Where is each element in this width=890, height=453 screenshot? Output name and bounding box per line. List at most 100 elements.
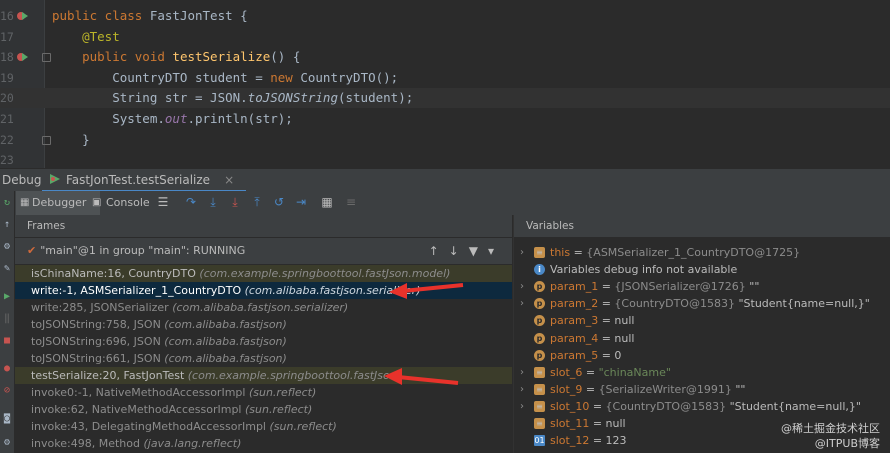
variable-text: param_4 = null bbox=[550, 331, 635, 345]
frame-row[interactable]: toJSONString:696, JSON (com.alibaba.fast… bbox=[15, 333, 512, 350]
code-text: System.out.println(str); bbox=[52, 111, 293, 126]
frame-method: testSerialize:20, FastJonTest bbox=[31, 369, 188, 382]
frame-package: (com.alibaba.fastjson) bbox=[164, 352, 287, 365]
thread-label: "main"@1 in group "main": RUNNING bbox=[40, 244, 246, 257]
tab-debugger-label: Debugger bbox=[32, 196, 87, 209]
variable-text: this = {ASMSerializer_1_CountryDTO@1725} bbox=[550, 246, 801, 259]
frame-package: (com.alibaba.fastjson) bbox=[164, 335, 287, 348]
more-settings-icon[interactable]: ⚙ bbox=[1, 437, 13, 449]
frames-header: Frames bbox=[15, 215, 512, 238]
tab-debugger[interactable]: ▦ Debugger bbox=[16, 191, 100, 215]
line-number: 19 bbox=[0, 70, 14, 85]
frame-method: toJSONString:696, JSON bbox=[31, 335, 165, 348]
run-to-cursor-icon[interactable]: ⇥ bbox=[294, 195, 308, 209]
frame-method: invoke0:-1, NativeMethodAccessorImpl bbox=[31, 386, 249, 399]
watermark-bottom: @ITPUB博客 bbox=[814, 437, 880, 450]
mute-breakpoints-icon[interactable]: ⊘ bbox=[1, 385, 13, 397]
frame-method: invoke:43, DelegatingMethodAccessorImpl bbox=[31, 420, 270, 433]
stop-icon[interactable]: ■ bbox=[1, 335, 13, 347]
expand-arrow-icon[interactable]: › bbox=[520, 381, 524, 398]
pause-icon[interactable]: ‖ bbox=[1, 313, 13, 325]
line-number: 20 bbox=[0, 91, 14, 106]
camera-icon[interactable]: ◙ bbox=[1, 413, 13, 425]
code-text: String str = JSON.toJSONString(student); bbox=[52, 90, 414, 106]
code-text: CountryDTO student = new CountryDTO(); bbox=[52, 69, 399, 85]
frame-row[interactable]: invoke:62, NativeMethodAccessorImpl (sun… bbox=[15, 401, 512, 418]
code-line[interactable]: 16 public class FastJonTest { bbox=[0, 6, 890, 26]
line-number: 17 bbox=[0, 29, 14, 44]
param-icon: p bbox=[534, 281, 545, 293]
step-out-icon[interactable]: ⤒ bbox=[250, 195, 264, 209]
expand-arrow-icon[interactable]: › bbox=[520, 398, 524, 415]
debugger-icon: ▦ bbox=[20, 197, 30, 208]
param-icon: p bbox=[534, 349, 545, 361]
debug-session-tab[interactable]: FastJonTest.testSerialize × bbox=[42, 169, 247, 193]
code-text: public class FastJonTest { bbox=[52, 8, 248, 23]
line-number: 21 bbox=[0, 112, 14, 126]
frame-controls[interactable]: ↑↓▼▾ bbox=[429, 238, 504, 264]
code-line[interactable]: 22 } bbox=[0, 130, 890, 150]
code-line[interactable]: 18 public void testSerialize() { bbox=[0, 47, 890, 67]
debug-side-toolbar: ↻ ↑ ⚙ ✎ ▶ ‖ ■ ● ⊘ ◙ ⚙ bbox=[0, 191, 15, 453]
variable-text: slot_6 = "chinaName" bbox=[550, 365, 671, 379]
fold-icon[interactable] bbox=[42, 53, 51, 63]
resume-icon[interactable]: ▶ bbox=[1, 291, 13, 303]
variables-panel: Variables › ≡ this = {ASMSerializer_1_Coun… bbox=[513, 215, 890, 453]
wrench-icon[interactable]: ✎ bbox=[1, 263, 13, 275]
run-gutter-icon[interactable] bbox=[16, 51, 28, 63]
watermark-top: @稀土掘金技术社区 bbox=[781, 422, 880, 435]
frame-row[interactable]: toJSONString:758, JSON (com.alibaba.fast… bbox=[15, 316, 512, 333]
expand-arrow-icon[interactable]: › bbox=[520, 244, 524, 261]
variables-header: Variables bbox=[514, 215, 890, 238]
num-icon: 01 bbox=[534, 435, 545, 447]
rerun-icon[interactable]: ↻ bbox=[1, 197, 13, 209]
code-line[interactable]: 19 CountryDTO student = new CountryDTO()… bbox=[0, 68, 890, 88]
step-into-icon[interactable]: ⤓ bbox=[206, 195, 220, 209]
debug-toolbar: ▦ Debugger ▣ Console ☰ ↷ ⤓ ⤓ ⤒ ↺ ⇥ ▦ ≡ bbox=[0, 191, 890, 216]
frame-package: (sun.reflect) bbox=[248, 386, 317, 399]
frame-package: (com.alibaba.fastjson) bbox=[164, 318, 287, 331]
red-arrow-2 bbox=[384, 368, 459, 385]
menu-icon[interactable]: ☰ bbox=[156, 195, 170, 209]
close-tab-icon[interactable]: × bbox=[224, 173, 234, 187]
frame-row[interactable]: invoke:498, Method (java.lang.reflect) bbox=[15, 435, 512, 452]
up-icon[interactable]: ↑ bbox=[1, 219, 13, 231]
variable-text: slot_9 = {SerializeWriter@1991} "" bbox=[550, 382, 746, 396]
frame-row[interactable]: invoke:43, DelegatingMethodAccessorImpl … bbox=[15, 418, 512, 435]
tab-console-label: Console bbox=[106, 196, 150, 209]
settings-icon[interactable]: ⚙ bbox=[1, 241, 13, 253]
variable-text: param_2 = {CountryDTO@1583} "Student{nam… bbox=[550, 297, 870, 311]
expand-arrow-icon[interactable]: › bbox=[520, 295, 524, 312]
code-line[interactable]: 20 String str = JSON.toJSONString(studen… bbox=[0, 88, 890, 109]
code-text: public void testSerialize() { bbox=[52, 49, 301, 65]
frame-package: (java.lang.reflect) bbox=[143, 437, 242, 450]
debug-label: Debug: bbox=[2, 173, 46, 187]
view-breakpoints-icon[interactable]: ● bbox=[1, 363, 13, 375]
expand-arrow-icon[interactable]: › bbox=[520, 364, 524, 381]
red-arrow-1 bbox=[389, 283, 464, 299]
field-icon: ≡ bbox=[534, 366, 545, 378]
force-step-into-icon[interactable]: ⤓ bbox=[228, 195, 242, 209]
variable-text: slot_10 = {CountryDTO@1583} "Student{nam… bbox=[550, 399, 861, 413]
debug-run-icon bbox=[50, 174, 60, 184]
variable-text: param_3 = null bbox=[550, 314, 635, 328]
code-editor[interactable]: 16 public class FastJonTest {17 @Test 18 p… bbox=[0, 0, 890, 168]
step-over-icon[interactable]: ↷ bbox=[184, 195, 198, 209]
drop-frame-icon[interactable]: ↺ bbox=[272, 195, 286, 209]
code-line[interactable]: 21 System.out.println(str); bbox=[0, 109, 890, 129]
expand-arrow-icon[interactable]: › bbox=[520, 278, 524, 295]
param-icon: p bbox=[534, 332, 545, 344]
code-line[interactable]: 17 @Test bbox=[0, 27, 890, 47]
frame-method: toJSONString:661, JSON bbox=[31, 352, 165, 365]
fold-icon[interactable] bbox=[42, 135, 51, 145]
tab-console[interactable]: ▣ Console bbox=[90, 191, 166, 215]
field-icon: ≡ bbox=[534, 418, 545, 429]
variable-text: slot_12 = 123 bbox=[550, 434, 627, 448]
frame-row[interactable]: toJSONString:661, JSON (com.alibaba.fast… bbox=[15, 350, 512, 367]
trace-icon[interactable]: ≡ bbox=[344, 195, 358, 209]
frames-panel: Frames ✔ "main"@1 in group "main": RUNNIN… bbox=[15, 215, 512, 453]
thread-selector[interactable]: ✔ "main"@1 in group "main": RUNNING ↑↓▼▾ bbox=[15, 238, 512, 265]
evaluate-expression-icon[interactable]: ▦ bbox=[320, 195, 334, 209]
param-icon: p bbox=[534, 315, 545, 327]
run-gutter-icon[interactable] bbox=[16, 10, 28, 22]
